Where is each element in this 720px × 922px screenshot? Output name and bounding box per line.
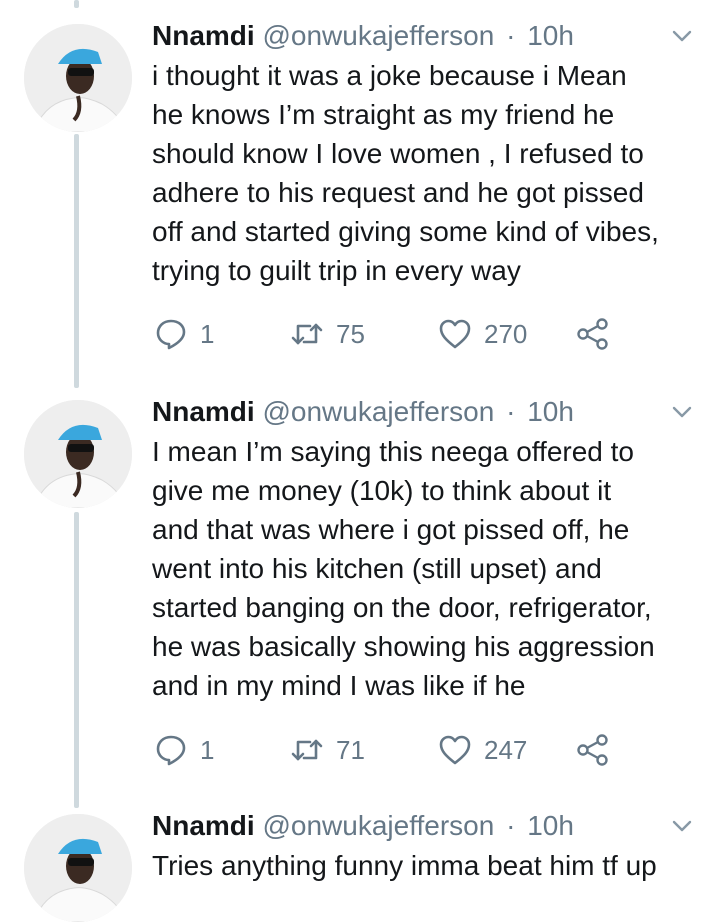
display-name[interactable]: Nnamdi xyxy=(152,396,255,427)
retweet-icon xyxy=(291,739,323,761)
tweet-actions: 1 75 270 xyxy=(152,314,622,354)
retweet-button[interactable]: 75 xyxy=(290,314,365,354)
thread-line xyxy=(74,0,79,8)
reply-button[interactable]: 1 xyxy=(154,314,214,354)
retweet-count: 71 xyxy=(336,734,365,765)
tweet-header: Nnamdi @onwukajefferson · 10h xyxy=(152,808,574,844)
like-button[interactable]: 270 xyxy=(438,314,527,354)
user-handle[interactable]: @onwukajefferson xyxy=(262,396,494,427)
avatar-image xyxy=(24,814,132,922)
chevron-down-icon[interactable] xyxy=(670,24,694,48)
heart-icon xyxy=(439,319,471,349)
like-count: 247 xyxy=(484,734,528,765)
tweet-text: Tries anything funny imma beat him tf up xyxy=(152,850,657,881)
timestamp[interactable]: 10h xyxy=(527,396,574,427)
tweet-text: i thought it was a joke because i Mean h… xyxy=(152,60,659,286)
reply-count: 1 xyxy=(200,734,215,765)
tweet-header: Nnamdi @onwukajefferson · 10h xyxy=(152,18,574,54)
tweet-header: Nnamdi @onwukajefferson · 10h xyxy=(152,394,574,430)
tweet[interactable]: Nnamdi @onwukajefferson · 10h I mean I’m… xyxy=(0,394,720,804)
avatar-image xyxy=(24,24,132,132)
separator-dot: · xyxy=(506,396,516,427)
tweet[interactable]: Nnamdi @onwukajefferson · 10h Tries anyt… xyxy=(0,808,720,922)
avatar[interactable] xyxy=(24,400,132,508)
share-icon xyxy=(577,318,608,350)
timestamp[interactable]: 10h xyxy=(527,20,574,51)
timestamp[interactable]: 10h xyxy=(527,810,574,841)
tweet-text: I mean I’m saying this neega offered to … xyxy=(152,436,655,701)
user-handle[interactable]: @onwukajefferson xyxy=(262,20,494,51)
reply-icon xyxy=(156,319,186,350)
avatar[interactable] xyxy=(24,814,132,922)
separator-dot: · xyxy=(506,810,516,841)
reply-button[interactable]: 1 xyxy=(154,730,214,770)
like-button[interactable]: 247 xyxy=(438,730,527,770)
like-count: 270 xyxy=(484,318,528,349)
retweet-icon xyxy=(291,323,323,345)
reply-icon xyxy=(156,735,186,766)
share-button[interactable] xyxy=(576,314,610,354)
avatar[interactable] xyxy=(24,24,132,132)
user-handle[interactable]: @onwukajefferson xyxy=(262,810,494,841)
retweet-count: 75 xyxy=(336,318,365,349)
retweet-button[interactable]: 71 xyxy=(290,730,365,770)
reply-count: 1 xyxy=(200,318,215,349)
tweet-actions: 1 71 247 xyxy=(152,730,622,770)
display-name[interactable]: Nnamdi xyxy=(152,20,255,51)
share-icon xyxy=(577,734,608,766)
display-name[interactable]: Nnamdi xyxy=(152,810,255,841)
separator-dot: · xyxy=(506,20,516,51)
avatar-image xyxy=(24,400,132,508)
share-button[interactable] xyxy=(576,730,610,770)
tweet[interactable]: Nnamdi @onwukajefferson · 10h i thought … xyxy=(0,18,720,388)
chevron-down-icon[interactable] xyxy=(670,400,694,424)
chevron-down-icon[interactable] xyxy=(670,814,694,838)
heart-icon xyxy=(439,735,471,765)
